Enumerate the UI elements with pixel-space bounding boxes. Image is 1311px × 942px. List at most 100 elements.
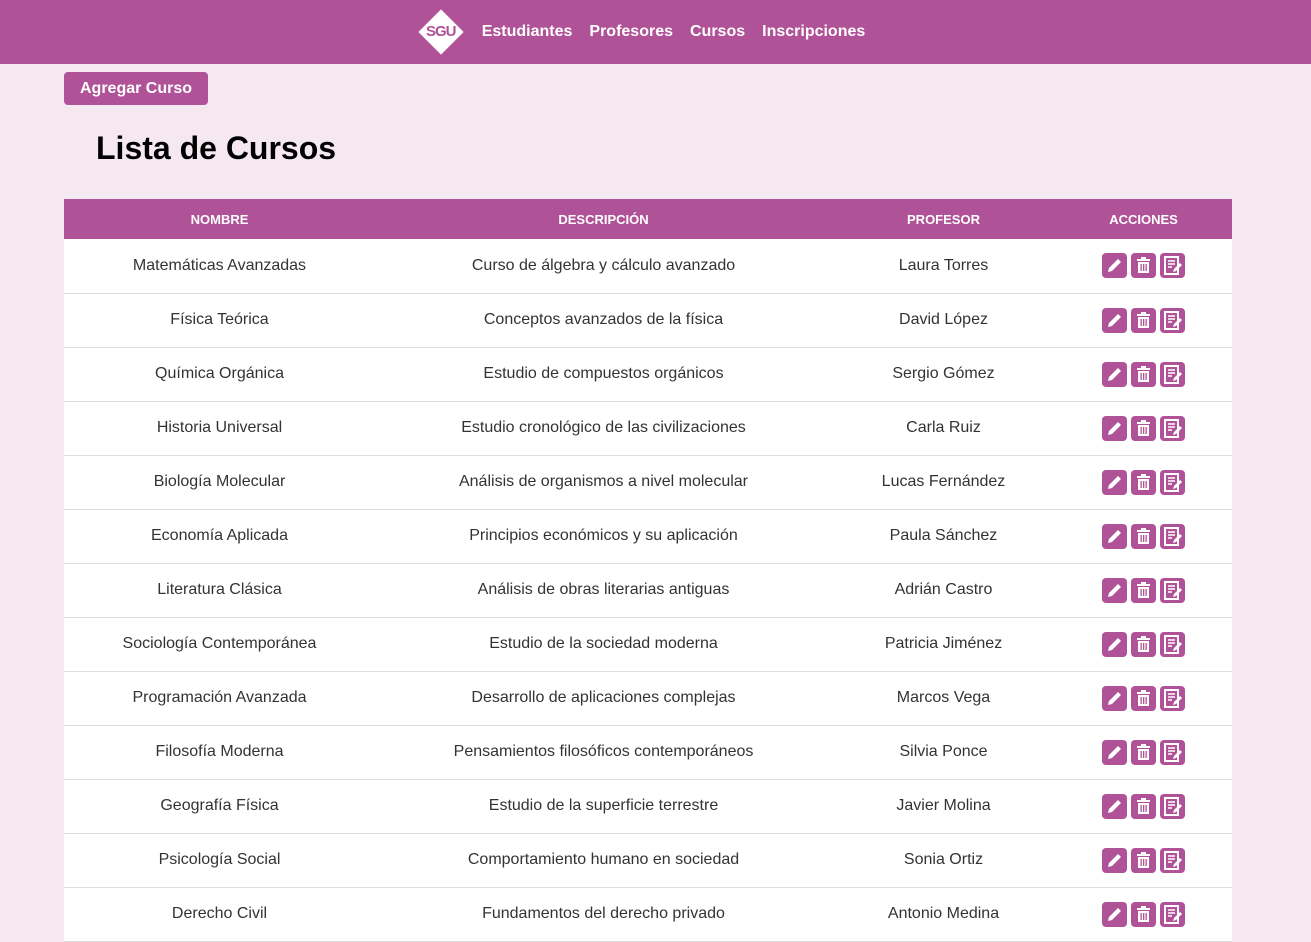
trash-icon[interactable] <box>1131 253 1156 279</box>
courses-table: NOMBRE DESCRIPCIÓN PROFESOR ACCIONES Mat… <box>64 199 1232 942</box>
enroll-form-icon[interactable] <box>1160 739 1185 765</box>
row-actions <box>1055 347 1232 402</box>
edit-icon[interactable] <box>1102 847 1127 873</box>
enroll-form-icon[interactable] <box>1160 901 1185 927</box>
col-acciones: ACCIONES <box>1055 199 1232 239</box>
course-name: Sociología Contemporánea <box>64 617 375 672</box>
enroll-form-icon[interactable] <box>1160 631 1185 657</box>
enroll-form-icon[interactable] <box>1160 793 1185 819</box>
course-name: Física Teórica <box>64 293 375 348</box>
course-name: Historia Universal <box>64 401 375 456</box>
row-actions <box>1055 833 1232 888</box>
col-profesor: PROFESOR <box>832 199 1055 239</box>
enroll-form-icon[interactable] <box>1160 685 1185 711</box>
course-name: Geografía Física <box>64 779 375 834</box>
nav-estudiantes[interactable]: Estudiantes <box>482 23 573 41</box>
trash-icon[interactable] <box>1131 739 1156 765</box>
course-professor: Paula Sánchez <box>832 509 1055 564</box>
course-name: Química Orgánica <box>64 347 375 402</box>
course-description: Curso de álgebra y cálculo avanzado <box>375 239 832 294</box>
edit-icon[interactable] <box>1102 685 1127 711</box>
sgu-logo[interactable]: SGU <box>417 8 465 56</box>
edit-icon[interactable] <box>1102 739 1127 765</box>
table-row: Química Orgánica Estudio de compuestos o… <box>64 347 1232 402</box>
enroll-form-icon[interactable] <box>1160 469 1185 495</box>
edit-icon[interactable] <box>1102 523 1127 549</box>
course-name: Programación Avanzada <box>64 671 375 726</box>
course-professor: Javier Molina <box>832 779 1055 834</box>
page-title: Lista de Cursos <box>96 130 337 166</box>
row-actions <box>1055 725 1232 780</box>
course-professor: Silvia Ponce <box>832 725 1055 780</box>
trash-icon[interactable] <box>1131 793 1156 819</box>
row-actions <box>1055 671 1232 726</box>
enroll-form-icon[interactable] <box>1160 415 1185 441</box>
trash-icon[interactable] <box>1131 685 1156 711</box>
course-description: Comportamiento humano en sociedad <box>375 833 832 888</box>
table-row: Literatura Clásica Análisis de obras lit… <box>64 563 1232 618</box>
edit-icon[interactable] <box>1102 793 1127 819</box>
course-professor: David López <box>832 293 1055 348</box>
course-name: Derecho Civil <box>64 887 375 942</box>
table-row: Matemáticas Avanzadas Curso de álgebra y… <box>64 239 1232 294</box>
enroll-form-icon[interactable] <box>1160 523 1185 549</box>
enroll-form-icon[interactable] <box>1160 307 1185 333</box>
course-description: Estudio de compuestos orgánicos <box>375 347 832 402</box>
course-professor: Laura Torres <box>832 239 1055 294</box>
edit-icon[interactable] <box>1102 577 1127 603</box>
enroll-form-icon[interactable] <box>1160 577 1185 603</box>
row-actions <box>1055 239 1232 294</box>
course-description: Análisis de organismos a nivel molecular <box>375 455 832 510</box>
edit-icon[interactable] <box>1102 361 1127 387</box>
row-actions <box>1055 563 1232 618</box>
table-row: Sociología Contemporánea Estudio de la s… <box>64 617 1232 672</box>
col-descripcion: DESCRIPCIÓN <box>375 199 832 239</box>
course-professor: Marcos Vega <box>832 671 1055 726</box>
course-professor: Antonio Medina <box>832 887 1055 942</box>
course-name: Economía Aplicada <box>64 509 375 564</box>
row-actions <box>1055 617 1232 672</box>
edit-icon[interactable] <box>1102 307 1127 333</box>
course-professor: Patricia Jiménez <box>832 617 1055 672</box>
row-actions <box>1055 509 1232 564</box>
trash-icon[interactable] <box>1131 307 1156 333</box>
table-row: Economía Aplicada Principios económicos … <box>64 509 1232 564</box>
enroll-form-icon[interactable] <box>1160 847 1185 873</box>
nav-profesores[interactable]: Profesores <box>589 23 673 41</box>
edit-icon[interactable] <box>1102 415 1127 441</box>
nav-cursos[interactable]: Cursos <box>690 23 745 41</box>
trash-icon[interactable] <box>1131 631 1156 657</box>
table-row: Geografía Física Estudio de la superfici… <box>64 779 1232 834</box>
enroll-form-icon[interactable] <box>1160 253 1185 279</box>
trash-icon[interactable] <box>1131 523 1156 549</box>
trash-icon[interactable] <box>1131 577 1156 603</box>
course-professor: Lucas Fernández <box>832 455 1055 510</box>
trash-icon[interactable] <box>1131 901 1156 927</box>
trash-icon[interactable] <box>1131 415 1156 441</box>
enroll-form-icon[interactable] <box>1160 361 1185 387</box>
course-description: Análisis de obras literarias antiguas <box>375 563 832 618</box>
course-professor: Sonia Ortiz <box>832 833 1055 888</box>
table-row: Física Teórica Conceptos avanzados de la… <box>64 293 1232 348</box>
table-row: Filosofía Moderna Pensamientos filosófic… <box>64 725 1232 780</box>
course-description: Conceptos avanzados de la física <box>375 293 832 348</box>
table-row: Psicología Social Comportamiento humano … <box>64 833 1232 888</box>
add-course-button[interactable]: Agregar Curso <box>64 72 209 105</box>
edit-icon[interactable] <box>1102 469 1127 495</box>
edit-icon[interactable] <box>1102 253 1127 279</box>
course-name: Matemáticas Avanzadas <box>64 239 375 294</box>
nav-inscripciones[interactable]: Inscripciones <box>762 23 865 41</box>
course-professor: Carla Ruiz <box>832 401 1055 456</box>
table-row: Derecho Civil Fundamentos del derecho pr… <box>64 887 1232 942</box>
row-actions <box>1055 401 1232 456</box>
trash-icon[interactable] <box>1131 847 1156 873</box>
edit-icon[interactable] <box>1102 901 1127 927</box>
course-name: Literatura Clásica <box>64 563 375 618</box>
edit-icon[interactable] <box>1102 631 1127 657</box>
col-nombre: NOMBRE <box>64 199 375 239</box>
course-description: Desarrollo de aplicaciones complejas <box>375 671 832 726</box>
trash-icon[interactable] <box>1131 469 1156 495</box>
trash-icon[interactable] <box>1131 361 1156 387</box>
course-name: Biología Molecular <box>64 455 375 510</box>
table-row: Programación Avanzada Desarrollo de apli… <box>64 671 1232 726</box>
